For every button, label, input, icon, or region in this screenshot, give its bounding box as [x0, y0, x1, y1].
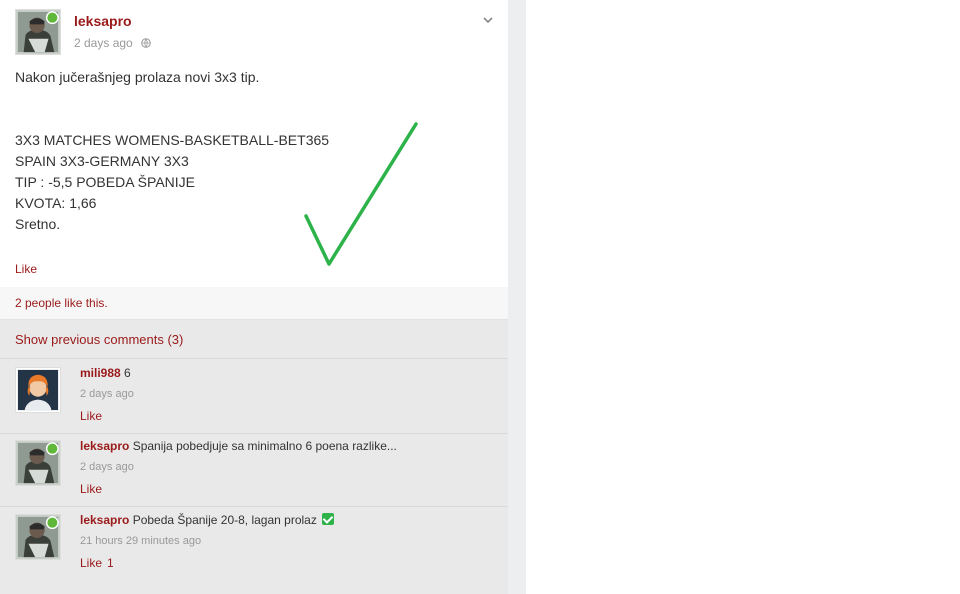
comment-text: Spanija pobedjuje sa minimalno 6 poena r… — [132, 439, 397, 453]
commenter-avatar[interactable] — [15, 514, 61, 560]
check-mark-emoji-icon — [322, 513, 335, 525]
author-avatar[interactable] — [15, 9, 61, 55]
globe-icon — [141, 37, 151, 51]
likes-summary: 2 people like this. — [0, 287, 508, 320]
comment-like-link[interactable]: Like — [80, 482, 102, 496]
likes-count-link[interactable]: 2 people like this. — [15, 296, 108, 310]
comment-divider — [0, 358, 508, 359]
post-timestamp[interactable]: 2 days ago — [74, 36, 133, 50]
comment-like-group: Like 1 — [80, 556, 114, 570]
comment-like-link[interactable]: Like — [80, 409, 102, 423]
comment-like-count[interactable]: 1 — [107, 556, 114, 570]
show-previous-comments-link[interactable]: Show previous comments (3) — [15, 332, 183, 347]
comment-text: 6 — [124, 366, 131, 380]
comment-author-link[interactable]: mili988 — [80, 366, 121, 380]
comment-item: mili988 6 2 days ago Like — [15, 366, 495, 437]
comment-author-line: leksapro Pobeda Španije 20-8, lagan prol… — [80, 513, 335, 527]
comment-item: leksapro Spanija pobedjuje sa minimalno … — [15, 439, 495, 510]
feed-post: leksapro 2 days ago Nakon jučerašnjeg pr… — [0, 0, 508, 594]
post-meta: 2 days ago — [74, 36, 151, 51]
commenter-avatar[interactable] — [15, 440, 61, 486]
commenter-avatar[interactable] — [15, 367, 61, 413]
comment-author-link[interactable]: leksapro — [80, 439, 129, 453]
post-header: leksapro 2 days ago — [15, 9, 495, 57]
comments-section: Show previous comments (3) mili988 6 2 d… — [0, 320, 508, 594]
comment-item: leksapro Pobeda Španije 20-8, lagan prol… — [15, 513, 495, 584]
checkmark-annotation-icon — [304, 122, 418, 266]
comment-author-line: mili988 6 — [80, 366, 131, 380]
comment-like-link[interactable]: Like — [80, 556, 102, 570]
comment-timestamp[interactable]: 21 hours 29 minutes ago — [80, 535, 201, 547]
post-line — [15, 88, 485, 109]
comment-divider — [0, 433, 508, 434]
post-line: Nakon jučerašnjeg prolaza novi 3x3 tip. — [15, 69, 260, 85]
comment-divider — [0, 506, 508, 507]
comment-text: Pobeda Španije 20-8, lagan prolaz — [132, 513, 317, 527]
comment-author-line: leksapro Spanija pobedjuje sa minimalno … — [80, 439, 397, 453]
post-author-link[interactable]: leksapro — [74, 13, 132, 29]
comment-author-link[interactable]: leksapro — [80, 513, 129, 527]
chevron-down-icon[interactable] — [481, 13, 495, 27]
comment-timestamp[interactable]: 2 days ago — [80, 461, 134, 473]
page-gutter — [508, 0, 526, 594]
post-like-link[interactable]: Like — [15, 262, 37, 276]
comment-timestamp[interactable]: 2 days ago — [80, 388, 134, 400]
